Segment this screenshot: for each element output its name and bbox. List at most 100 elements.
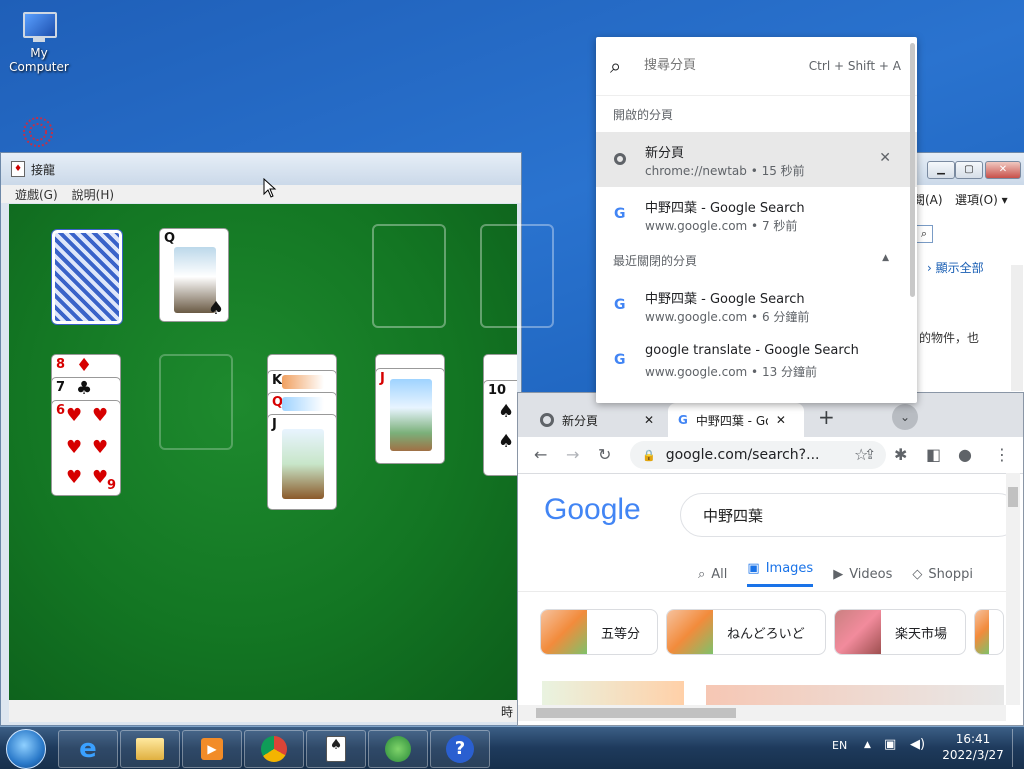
tab-search-bar: ⌕ Ctrl + Shift + A xyxy=(596,37,917,96)
video-icon: ▶ xyxy=(833,566,844,582)
new-tab-button[interactable]: + xyxy=(818,407,835,427)
extensions-icon[interactable]: ✱ xyxy=(894,445,907,464)
reload-icon[interactable]: ↻ xyxy=(598,445,611,464)
card-suit: ♦ xyxy=(76,355,93,376)
menu-item-options[interactable]: 選項(O) ▾ xyxy=(955,191,1008,208)
scrollbar-thumb[interactable] xyxy=(1008,487,1018,507)
close-icon[interactable]: ✕ xyxy=(776,413,786,427)
menu-help[interactable]: 說明(H) xyxy=(72,186,114,203)
search-input[interactable]: 中野四葉 xyxy=(680,493,1020,537)
tab-all[interactable]: ⌕ All xyxy=(698,561,727,587)
popup-scrollbar[interactable] xyxy=(910,43,915,297)
heart-pip: ♥ xyxy=(92,405,109,426)
lock-icon: 🔒 xyxy=(642,448,656,462)
taskbar-app[interactable] xyxy=(120,730,180,768)
chip-label: ねんどろいど xyxy=(727,626,805,642)
taskbar-app[interactable] xyxy=(244,730,304,768)
tab-videos[interactable]: ▶ Videos xyxy=(833,561,892,587)
solitaire-titlebar[interactable]: ♦ 接龍 xyxy=(1,153,521,185)
toolbar: ← → ↻ 🔒 google.com/search?... ⇪ ☆ ✱ ◧ ● … xyxy=(518,437,1023,473)
scrollbar-thumb[interactable] xyxy=(536,708,736,718)
search-tabs: ⌕ All ▣ Images ▶ Videos ◇ Shoppi xyxy=(698,561,973,587)
chip-thumbnail xyxy=(835,610,881,654)
tableau-card[interactable]: 6 ♥ ♥ ♥ ♥ ♥ ♥ 9 xyxy=(51,400,121,496)
scrollbar[interactable] xyxy=(1011,265,1023,391)
network-tray-icon[interactable]: ▣ xyxy=(884,737,896,752)
taskbar-app[interactable]: e xyxy=(58,730,118,768)
image-result[interactable] xyxy=(542,681,684,707)
bookmark-star-icon[interactable]: ☆ xyxy=(854,445,868,464)
forward-icon[interactable]: → xyxy=(566,445,579,464)
tab-search-item[interactable]: 新分頁 chrome://newtab • 15 秒前 ✕ xyxy=(596,132,917,187)
card-rank: Q xyxy=(164,231,176,246)
menu-game[interactable]: 遊戲(G) xyxy=(15,186,58,203)
help-icon: ? xyxy=(446,735,474,763)
waste-card[interactable]: Q ♠ xyxy=(159,228,229,322)
menu-item[interactable]: 閱(A) xyxy=(913,191,943,208)
card-rank: K xyxy=(272,373,283,388)
start-button[interactable] xyxy=(6,729,46,769)
section-header-recently-closed[interactable]: 最近關閉的分頁 ▲ xyxy=(596,242,917,278)
google-icon: G xyxy=(678,413,688,427)
foundation-slot[interactable] xyxy=(480,224,554,328)
file-explorer-icon xyxy=(136,738,164,760)
related-chip[interactable]: 楽天市場 xyxy=(834,609,966,655)
maximize-button[interactable]: ▢ xyxy=(955,161,983,179)
desktop-icon-my-computer[interactable]: My Computer xyxy=(4,10,74,74)
heart-pip: ♥ xyxy=(66,405,83,426)
close-button[interactable]: ✕ xyxy=(985,161,1021,179)
more-menu-icon[interactable]: ⋮ xyxy=(994,445,1010,464)
close-icon[interactable]: ✕ xyxy=(644,413,654,427)
vertical-scrollbar[interactable] xyxy=(1006,473,1020,705)
show-all-link[interactable]: › 顯示全部 xyxy=(927,259,984,276)
tab-search-item[interactable]: G google translate - Google Search www.g… xyxy=(596,333,917,388)
volume-icon[interactable]: ◀) xyxy=(910,737,925,752)
related-chip[interactable]: ねんどろいど xyxy=(666,609,826,655)
tab-search-input[interactable] xyxy=(642,57,806,74)
tab-search-item[interactable]: G 中野四葉 - Google Search www.google.com • … xyxy=(596,278,917,333)
stock-pile[interactable] xyxy=(52,230,122,324)
google-logo[interactable]: Google xyxy=(544,493,641,527)
tab-images[interactable]: ▣ Images xyxy=(747,561,814,587)
foundation-slot[interactable] xyxy=(372,224,446,328)
profile-icon[interactable]: ● xyxy=(958,445,972,464)
related-chip[interactable] xyxy=(974,609,1004,655)
taskbar-app[interactable] xyxy=(368,730,428,768)
taskbar-app[interactable]: ? xyxy=(430,730,490,768)
tableau-card[interactable]: J xyxy=(375,368,445,464)
tab-title: 新分頁 xyxy=(562,413,599,428)
image-result[interactable] xyxy=(706,685,1004,707)
tab-search-item[interactable]: G 中野四葉 - Google Search www.google.com • … xyxy=(596,187,917,242)
card-suit: ♣ xyxy=(76,378,93,399)
close-icon[interactable]: ✕ xyxy=(879,150,891,166)
tab-item-subtitle: www.google.com • 13 分鐘前 xyxy=(645,365,818,379)
language-indicator[interactable]: EN xyxy=(832,739,847,752)
tab-search-button[interactable]: ⌄ xyxy=(892,404,918,430)
show-desktop-button[interactable] xyxy=(1012,729,1023,767)
search-icon[interactable]: ⌕ xyxy=(915,225,933,243)
clock[interactable]: 16:41 2022/3/27 xyxy=(938,731,1008,763)
tableau-empty-slot[interactable] xyxy=(159,354,233,450)
menu-bar: 遊戲(G) 說明(H) xyxy=(1,185,521,203)
tab-search-popup: ⌕ Ctrl + Shift + A 開啟的分頁 新分頁 chrome://ne… xyxy=(596,37,917,403)
tab-new-tab[interactable]: 新分頁 ✕ xyxy=(530,403,664,437)
side-panel-icon[interactable]: ◧ xyxy=(926,445,941,464)
tableau-card[interactable]: J xyxy=(267,414,337,510)
tab-item-title: google translate - Google Search xyxy=(645,343,859,358)
network-icon[interactable] xyxy=(18,114,58,150)
jack-face-art xyxy=(390,379,432,451)
solitaire-icon: ♠ xyxy=(326,736,346,762)
taskbar-app[interactable]: ♠ xyxy=(306,730,366,768)
address-bar[interactable]: 🔒 google.com/search?... ⇪ xyxy=(630,441,886,469)
chevron-down-icon: ▾ xyxy=(1001,193,1008,207)
horizontal-scrollbar[interactable] xyxy=(518,705,1006,721)
back-icon[interactable]: ← xyxy=(534,445,547,464)
taskbar-app[interactable]: ▶ xyxy=(182,730,242,768)
tab-google-search[interactable]: G 中野四葉 - Go ✕ xyxy=(668,403,804,437)
minimize-button[interactable]: ▁ xyxy=(927,161,955,179)
related-chip[interactable]: 五等分 xyxy=(540,609,658,655)
tab-shopping[interactable]: ◇ Shoppi xyxy=(912,561,973,587)
chevron-up-icon[interactable]: ▲ xyxy=(864,740,871,750)
tableau-card[interactable]: 10 ♠ ♠ xyxy=(483,380,517,476)
solitaire-window: ♦ 接龍 遊戲(G) 說明(H) Q ♠ 8 ♦ 7 ♣ 6 ♥ ♥ ♥ ♥ ♥… xyxy=(0,152,554,726)
